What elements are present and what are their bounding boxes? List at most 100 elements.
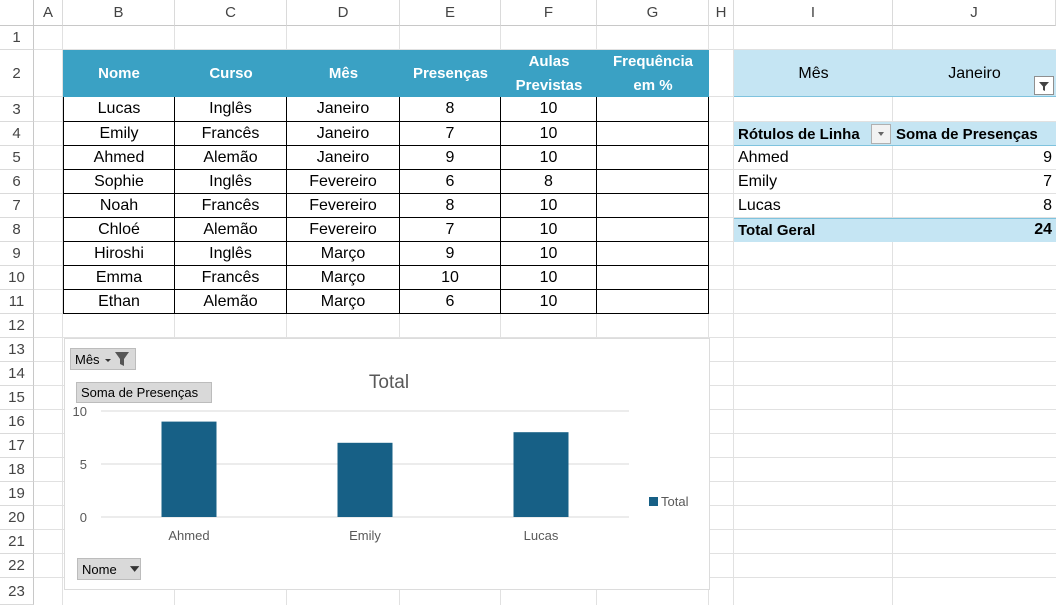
table-cell[interactable]: 8 [501,170,597,194]
table-header-cell[interactable]: Nome [63,50,175,97]
table-cell[interactable]: Emma [63,266,175,290]
table-cell[interactable]: Fevereiro [287,170,400,194]
row-header-21[interactable]: 21 [0,530,34,554]
row-header-6[interactable]: 6 [0,170,34,194]
pivot-row-value[interactable]: 8 [960,194,1052,218]
table-header-cell[interactable]: Mês [287,50,400,97]
table-cell[interactable]: 7 [400,122,501,146]
table-cell[interactable]: Ethan [63,290,175,314]
pivot-filter-value[interactable]: Janeiro [893,50,1056,97]
column-header-c[interactable]: C [175,0,287,26]
table-cell[interactable]: Inglês [175,170,287,194]
table-cell[interactable]: Francês [175,266,287,290]
table-cell[interactable]: 10 [501,146,597,170]
row-labels-dropdown-icon[interactable] [871,124,891,144]
row-header-3[interactable]: 3 [0,97,34,122]
table-cell[interactable]: 8 [400,194,501,218]
row-header-15[interactable]: 15 [0,386,34,410]
table-cell[interactable]: 6 [400,170,501,194]
pivot-row-label[interactable]: Lucas [738,194,781,218]
table-cell[interactable]: 10 [501,97,597,122]
table-cell[interactable]: Janeiro [287,97,400,122]
table-cell[interactable]: Sophie [63,170,175,194]
table-cell[interactable]: 8 [400,97,501,122]
row-header-13[interactable]: 13 [0,338,34,362]
table-cell[interactable]: 10 [400,266,501,290]
table-cell[interactable] [597,170,709,194]
table-cell[interactable]: Ahmed [63,146,175,170]
table-cell[interactable]: 9 [400,242,501,266]
table-cell[interactable]: Março [287,290,400,314]
row-header-14[interactable]: 14 [0,362,34,386]
column-header-i[interactable]: I [734,0,893,26]
column-header-b[interactable]: B [63,0,175,26]
filter-dropdown-icon[interactable] [1034,76,1054,95]
pivot-chart[interactable]: Mês Soma de Presenças Nome Total 0 5 10 Ahme… [64,338,710,590]
pivot-row-value[interactable]: 9 [960,146,1052,170]
table-header-cell[interactable]: Aulas Previstas [501,50,597,97]
row-header-16[interactable]: 16 [0,410,34,434]
table-cell[interactable] [597,146,709,170]
table-cell[interactable]: 7 [400,218,501,242]
table-cell[interactable] [597,218,709,242]
table-cell[interactable] [597,122,709,146]
chart-bar-emily[interactable] [337,442,393,517]
table-cell[interactable] [597,290,709,314]
row-header-11[interactable]: 11 [0,290,34,314]
table-cell[interactable]: Hiroshi [63,242,175,266]
row-header-10[interactable]: 10 [0,266,34,290]
column-header-j[interactable]: J [893,0,1056,26]
column-header-d[interactable]: D [287,0,400,26]
table-cell[interactable]: Alemão [175,218,287,242]
table-cell[interactable]: 10 [501,290,597,314]
table-cell[interactable]: Janeiro [287,122,400,146]
table-cell[interactable]: Fevereiro [287,218,400,242]
row-header-4[interactable]: 4 [0,122,34,146]
row-header-18[interactable]: 18 [0,458,34,482]
select-all-corner[interactable] [0,0,34,26]
table-cell[interactable]: 10 [501,194,597,218]
table-header-cell[interactable]: Frequência em % [597,50,709,97]
table-cell[interactable] [597,97,709,122]
table-cell[interactable] [597,242,709,266]
table-cell[interactable]: Noah [63,194,175,218]
row-header-7[interactable]: 7 [0,194,34,218]
table-cell[interactable]: Março [287,242,400,266]
pivot-row-label[interactable]: Emily [738,170,777,194]
column-header-e[interactable]: E [400,0,501,26]
table-header-cell[interactable]: Presenças [400,50,501,97]
table-cell[interactable]: Chloé [63,218,175,242]
table-cell[interactable]: Alemão [175,290,287,314]
table-cell[interactable]: Emily [63,122,175,146]
table-cell[interactable]: Lucas [63,97,175,122]
row-header-19[interactable]: 19 [0,482,34,506]
table-cell[interactable]: 10 [501,218,597,242]
table-cell[interactable]: Francês [175,122,287,146]
chart-bar-lucas[interactable] [513,432,569,517]
chart-bar-ahmed[interactable] [161,421,217,517]
row-header-17[interactable]: 17 [0,434,34,458]
row-header-2[interactable]: 2 [0,50,34,97]
row-header-12[interactable]: 12 [0,314,34,338]
pivot-row-label[interactable]: Ahmed [738,146,789,170]
table-cell[interactable]: Fevereiro [287,194,400,218]
table-cell[interactable]: Inglês [175,97,287,122]
row-header-22[interactable]: 22 [0,554,34,578]
row-header-20[interactable]: 20 [0,506,34,530]
table-cell[interactable]: 10 [501,266,597,290]
table-header-cell[interactable]: Curso [175,50,287,97]
table-cell[interactable]: 9 [400,146,501,170]
column-header-g[interactable]: G [597,0,709,26]
table-cell[interactable]: Alemão [175,146,287,170]
row-header-9[interactable]: 9 [0,242,34,266]
table-cell[interactable] [597,266,709,290]
table-cell[interactable]: Janeiro [287,146,400,170]
row-header-5[interactable]: 5 [0,146,34,170]
row-header-8[interactable]: 8 [0,218,34,242]
column-header-f[interactable]: F [501,0,597,26]
row-header-23[interactable]: 23 [0,578,34,605]
table-cell[interactable]: 6 [400,290,501,314]
table-cell[interactable]: Inglês [175,242,287,266]
table-cell[interactable]: Março [287,266,400,290]
column-header-a[interactable]: A [34,0,63,26]
